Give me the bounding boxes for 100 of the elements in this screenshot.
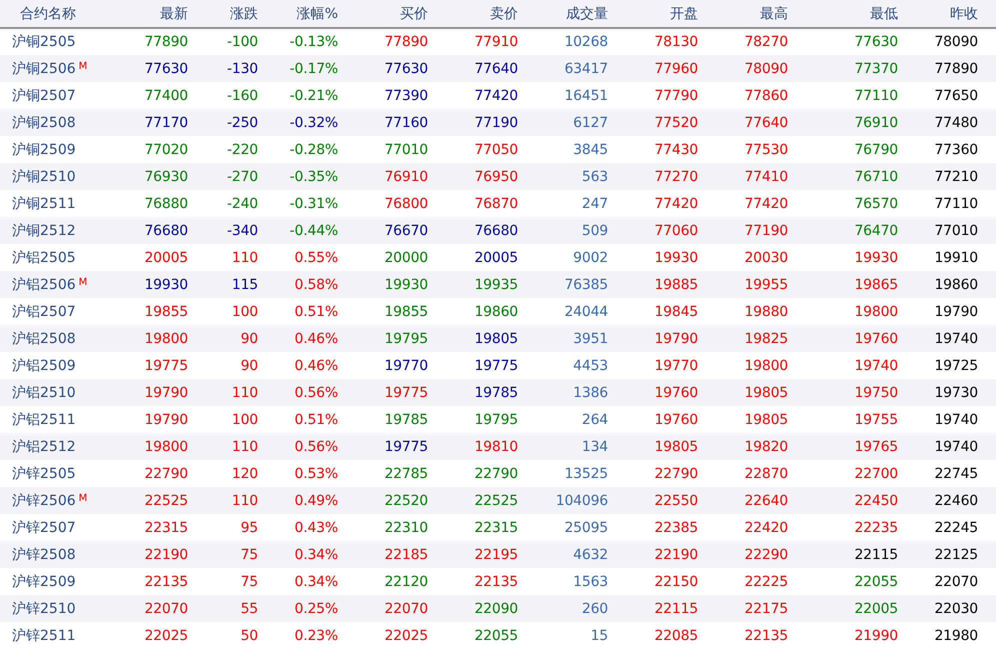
column-header[interactable]: 成交量 [566,6,608,22]
table-cell: 19860 [474,304,518,320]
table-cell: 19955 [744,276,788,292]
contract-name[interactable]: 沪锌2506 [12,492,76,508]
table-cell: -340 [227,222,258,238]
contract-name[interactable]: 沪铝2510 [12,384,76,400]
contract-name[interactable]: 沪铝2508 [12,330,76,346]
table-cell: 0.58% [294,276,338,292]
table-cell: 19805 [744,384,788,400]
column-header[interactable]: 涨幅% [296,6,338,22]
table-cell: 0.53% [294,466,338,482]
contract-name[interactable]: 沪铜2507 [12,88,76,104]
table-cell: -0.44% [290,222,338,238]
table-cell: 19805 [474,330,518,346]
contract-name[interactable]: 沪铝2512 [12,438,76,454]
contract-name[interactable]: 沪锌2507 [12,520,76,536]
contract-name[interactable]: 沪铝2505 [12,250,76,266]
contract-name[interactable]: 沪铝2506 [12,276,76,292]
column-header[interactable]: 开盘 [670,6,698,22]
contract-name[interactable]: 沪铝2507 [12,304,76,320]
contract-name[interactable]: 沪铜2512 [12,222,76,238]
table-cell: 6127 [573,114,608,130]
table-cell: 22700 [854,466,898,482]
table-cell: 22175 [744,600,788,616]
table-cell: 19775 [384,384,428,400]
column-header[interactable]: 合约名称 [20,6,76,22]
table-cell: -220 [227,142,258,158]
table-cell: 22055 [474,628,518,644]
table-cell: 16451 [564,88,608,104]
table-cell: 76870 [474,196,518,212]
table-cell: 0.46% [294,330,338,346]
table-cell: 22005 [854,600,898,616]
table-cell: -160 [227,88,258,104]
contract-name[interactable]: 沪锌2509 [12,574,76,590]
table-cell: 20005 [144,250,188,266]
table-cell: 76880 [144,196,188,212]
table-cell: 22790 [144,466,188,482]
table-cell: 90 [240,358,258,374]
contract-name[interactable]: 沪铝2509 [12,358,76,374]
table-cell: 134 [582,438,608,454]
table-cell: 22315 [474,520,518,536]
table-cell: 77530 [744,142,788,158]
table-cell: 19750 [854,384,898,400]
table-cell: 22790 [474,466,518,482]
table-cell: 19760 [654,412,698,428]
table-cell: 19910 [934,250,978,266]
table-cell: 90 [240,330,258,346]
table-cell: 3845 [573,142,608,158]
column-header[interactable]: 最高 [760,6,788,22]
contract-name[interactable]: 沪铜2510 [12,168,76,184]
column-header[interactable]: 涨跌 [230,6,258,22]
table-cell: 19760 [654,384,698,400]
table-cell: 22870 [744,466,788,482]
column-header[interactable]: 卖价 [490,6,518,22]
table-cell: 22525 [474,492,518,508]
table-cell: -0.21% [290,88,338,104]
table-cell: 19825 [744,330,788,346]
table-cell: 19770 [654,358,698,374]
column-header[interactable]: 昨收 [950,6,978,22]
contract-name[interactable]: 沪铜2505 [12,34,76,50]
table-cell: 77190 [474,114,518,130]
table-cell: 76680 [474,222,518,238]
table-cell: 19935 [474,276,518,292]
contract-name[interactable]: 沪铝2511 [12,412,76,428]
contract-name[interactable]: 沪锌2510 [12,600,76,616]
table-cell: 22125 [934,546,978,562]
table-cell: 77860 [744,88,788,104]
table-cell: 19800 [144,330,188,346]
column-header[interactable]: 买价 [400,6,428,22]
table-cell: 22745 [934,466,978,482]
table-cell: 0.34% [294,574,338,590]
table-cell: 24044 [564,304,608,320]
table-cell: 19880 [744,304,788,320]
table-cell: 22030 [934,600,978,616]
contract-name[interactable]: 沪铜2506 [12,60,76,76]
contract-name[interactable]: 沪铜2511 [12,196,76,212]
contract-name[interactable]: 沪锌2508 [12,546,76,562]
table-cell: 19885 [654,276,698,292]
table-cell: -250 [227,114,258,130]
contract-name[interactable]: 沪锌2505 [12,466,76,482]
table-cell: -0.28% [290,142,338,158]
table-cell: 22520 [384,492,428,508]
column-header[interactable]: 最低 [870,6,898,22]
table-cell: -0.35% [290,168,338,184]
table-cell: 77370 [854,60,898,76]
table-cell: 76910 [854,114,898,130]
table-cell: 22385 [654,520,698,536]
table-cell: 75 [240,546,258,562]
contract-name[interactable]: 沪铜2508 [12,114,76,130]
contract-name[interactable]: 沪锌2511 [12,628,76,644]
table-cell: 22790 [654,466,698,482]
table-cell: 22525 [144,492,188,508]
contract-name[interactable]: 沪铜2509 [12,142,76,158]
table-cell: 77640 [744,114,788,130]
table-cell: 22190 [144,546,188,562]
column-header[interactable]: 最新 [160,6,188,22]
table-cell: 19800 [744,358,788,374]
table-cell: 76670 [384,222,428,238]
table-cell: 19805 [654,438,698,454]
table-cell: 77910 [474,34,518,50]
